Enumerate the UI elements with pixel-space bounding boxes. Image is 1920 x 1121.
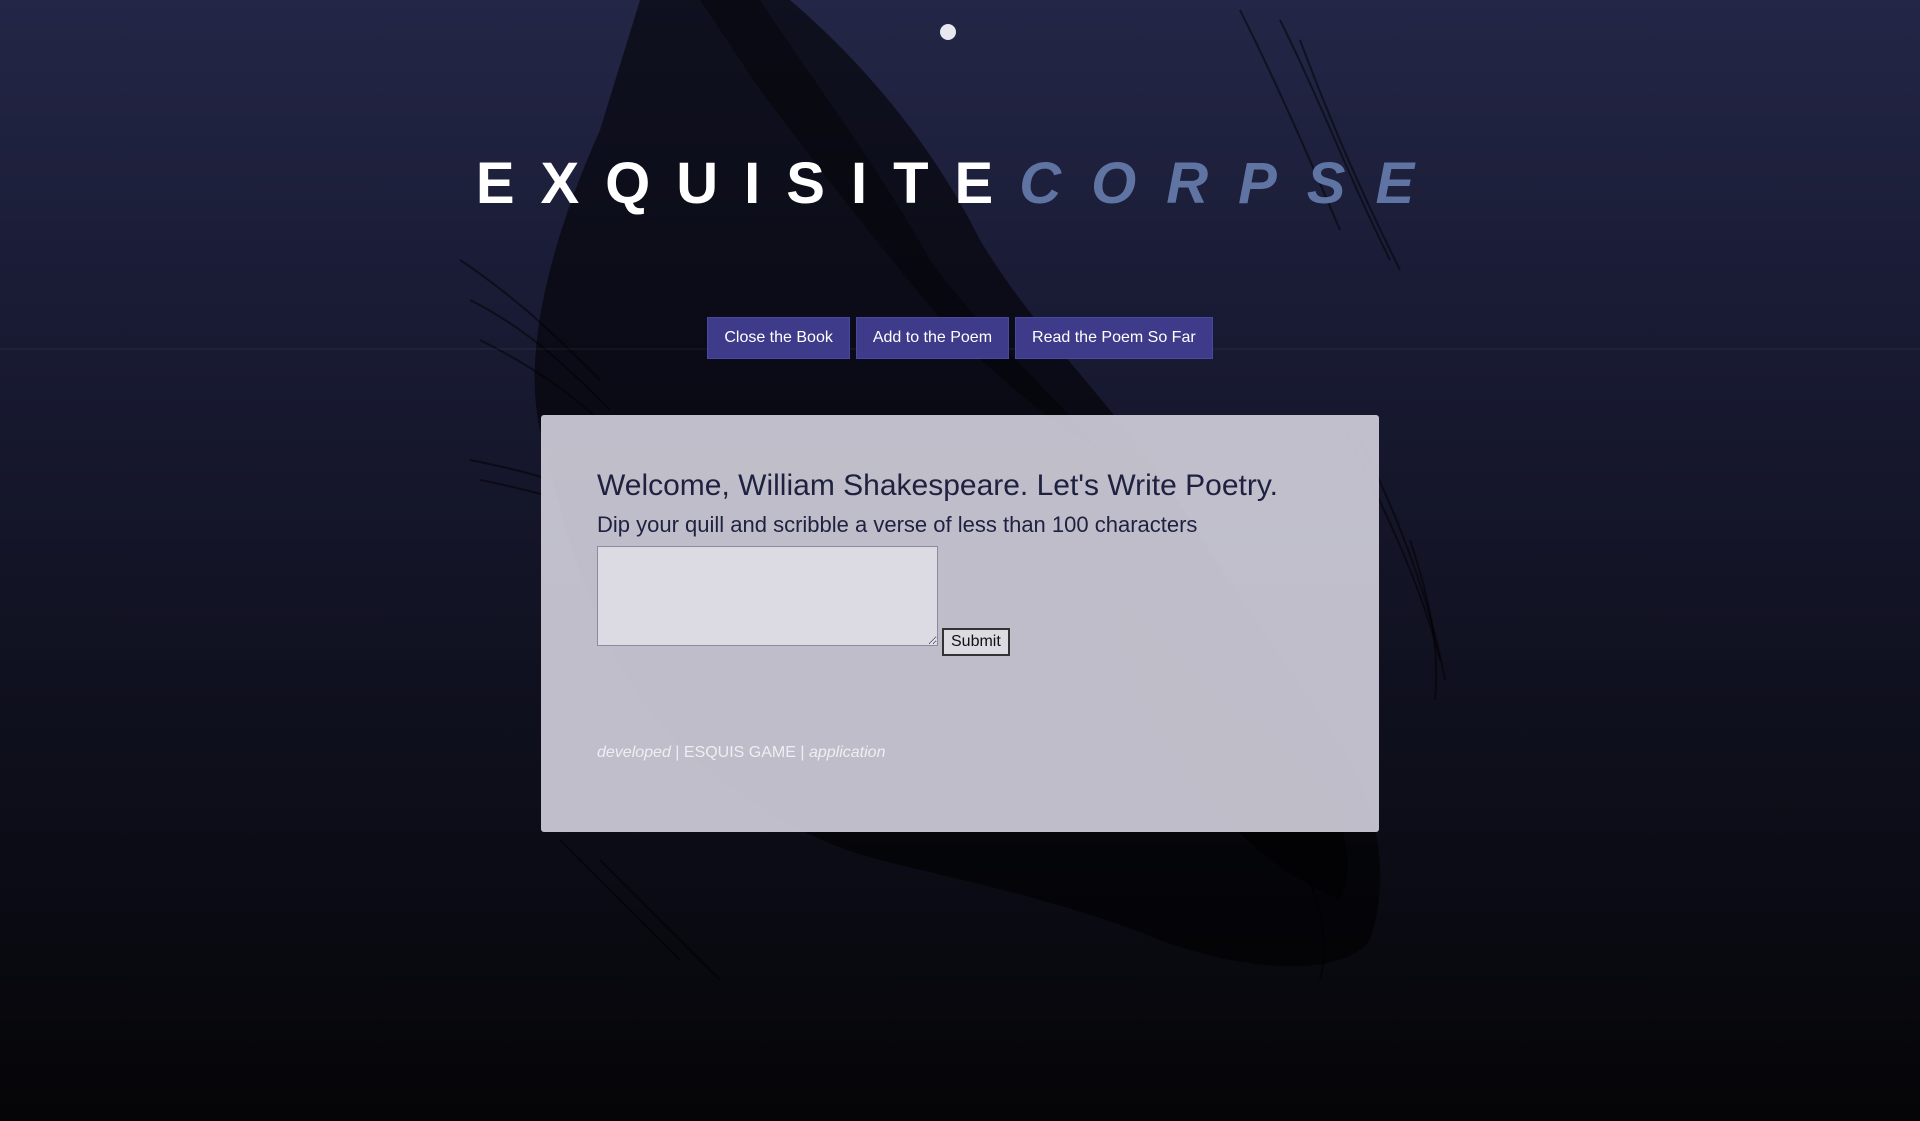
submit-button[interactable]: Submit — [942, 628, 1010, 656]
moon-dot-icon — [940, 24, 956, 40]
main-nav: Close the Book Add to the Poem Read the … — [0, 317, 1920, 359]
instruction-text: Dip your quill and scribble a verse of l… — [597, 512, 1198, 537]
read-poem-button[interactable]: Read the Poem So Far — [1015, 317, 1213, 359]
footer-credits: developed | ESQUIS GAME | application — [597, 744, 1323, 762]
poem-panel: Welcome, William Shakespeare. Let's Writ… — [541, 415, 1379, 832]
welcome-heading: Welcome, William Shakespeare. Let's Writ… — [597, 469, 1278, 502]
title-exquisite: EXQUISITE — [475, 151, 1020, 216]
footer-developed: developed — [597, 744, 671, 761]
footer-application: application — [808, 744, 886, 761]
page-title: EXQUISITECORPSE — [0, 150, 1920, 217]
footer-separator: | — [795, 744, 809, 761]
verse-textarea[interactable] — [597, 546, 938, 646]
title-corpse: CORPSE — [1019, 151, 1445, 216]
footer-separator: | — [670, 744, 684, 761]
close-book-button[interactable]: Close the Book — [707, 317, 850, 359]
add-to-poem-button[interactable]: Add to the Poem — [855, 317, 1010, 359]
footer-game-name: ESQUIS GAME — [683, 744, 796, 761]
verse-form: Submit — [597, 546, 1323, 656]
